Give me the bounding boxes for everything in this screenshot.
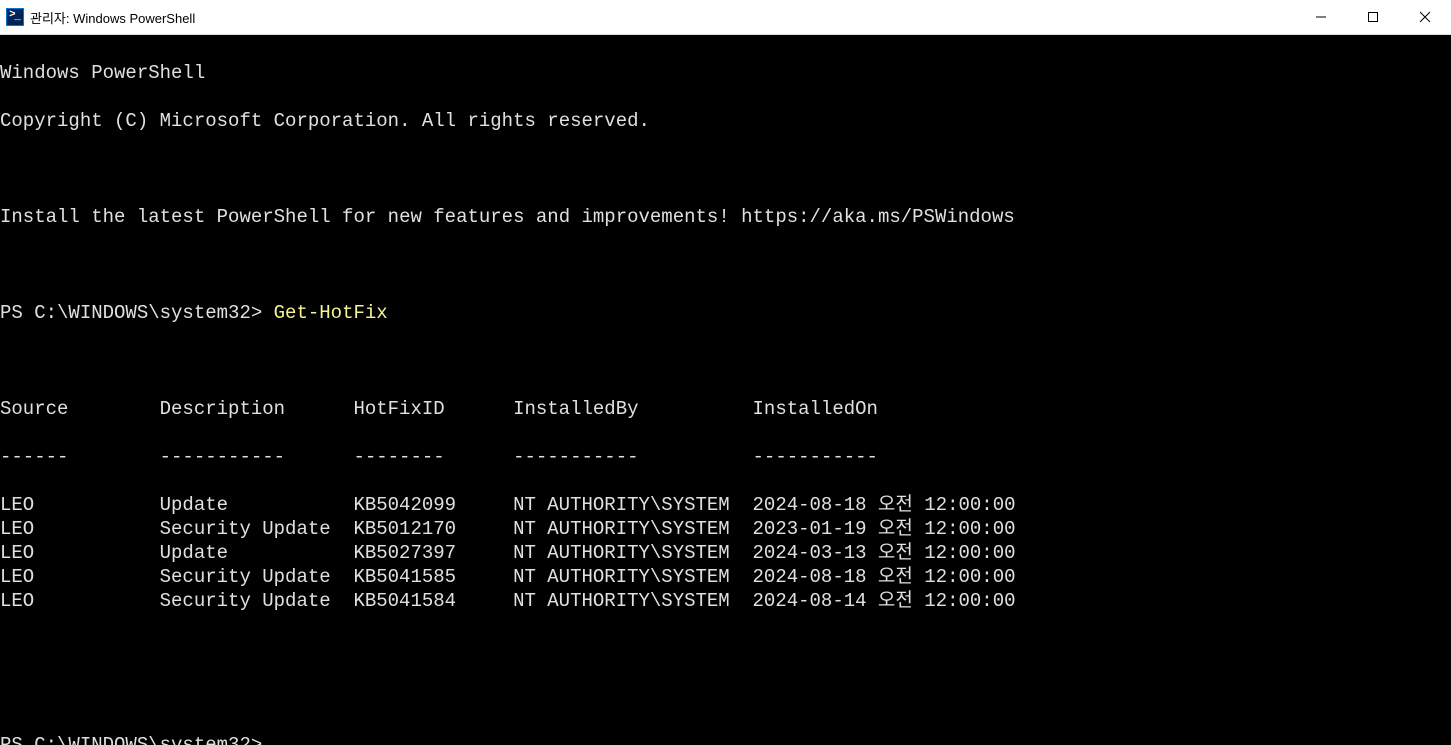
cell-source: LEO	[0, 589, 160, 613]
cell-description: Security Update	[160, 589, 354, 613]
prompt-text: PS C:\WINDOWS\system32>	[0, 302, 274, 324]
close-icon	[1419, 11, 1431, 23]
cell-description: Security Update	[160, 517, 354, 541]
blank-line	[0, 685, 1451, 709]
prompt-text: PS C:\WINDOWS\system32>	[0, 734, 274, 745]
divider-source: ------	[0, 445, 160, 469]
table-row: LEOSecurity UpdateKB5012170NT AUTHORITY\…	[0, 517, 1451, 541]
cell-description: Update	[160, 541, 354, 565]
minimize-icon	[1315, 11, 1327, 23]
cell-installedon: 2024-08-18 오전 12:00:00	[753, 493, 1451, 517]
cell-source: LEO	[0, 517, 160, 541]
cell-description: Update	[160, 493, 354, 517]
table-row: LEOUpdateKB5042099NT AUTHORITY\SYSTEM202…	[0, 493, 1451, 517]
titlebar[interactable]: 관리자: Windows PowerShell	[0, 0, 1451, 35]
header-hotfixid: HotFixID	[353, 397, 513, 421]
cell-installedon: 2024-03-13 오전 12:00:00	[753, 541, 1451, 565]
table-row: LEOSecurity UpdateKB5041584NT AUTHORITY\…	[0, 589, 1451, 613]
cell-hotfixid: KB5027397	[353, 541, 513, 565]
table-body: LEOUpdateKB5042099NT AUTHORITY\SYSTEM202…	[0, 493, 1451, 613]
divider-hotfixid: --------	[353, 445, 513, 469]
terminal[interactable]: Windows PowerShell Copyright (C) Microso…	[0, 35, 1451, 745]
copyright-line: Copyright (C) Microsoft Corporation. All…	[0, 109, 1451, 133]
cell-description: Security Update	[160, 565, 354, 589]
cell-installedby: NT AUTHORITY\SYSTEM	[513, 589, 752, 613]
cell-installedby: NT AUTHORITY\SYSTEM	[513, 517, 752, 541]
divider-installedon: -----------	[753, 445, 1451, 469]
powershell-icon	[6, 8, 24, 26]
blank-line	[0, 157, 1451, 181]
close-button[interactable]	[1399, 0, 1451, 34]
blank-line	[0, 349, 1451, 373]
table-row: LEOSecurity UpdateKB5041585NT AUTHORITY\…	[0, 565, 1451, 589]
cell-source: LEO	[0, 541, 160, 565]
window-controls	[1295, 0, 1451, 34]
header-line: Windows PowerShell	[0, 61, 1451, 85]
blank-line	[0, 253, 1451, 277]
divider-installedby: -----------	[513, 445, 752, 469]
prompt-line-2: PS C:\WINDOWS\system32>	[0, 733, 1451, 745]
header-installedby: InstalledBy	[513, 397, 752, 421]
table-row: LEOUpdateKB5027397NT AUTHORITY\SYSTEM202…	[0, 541, 1451, 565]
cell-hotfixid: KB5042099	[353, 493, 513, 517]
cell-installedon: 2023-01-19 오전 12:00:00	[753, 517, 1451, 541]
divider-description: -----------	[160, 445, 354, 469]
cell-installedby: NT AUTHORITY\SYSTEM	[513, 541, 752, 565]
window-title: 관리자: Windows PowerShell	[30, 8, 195, 27]
blank-line	[0, 637, 1451, 661]
cell-installedon: 2024-08-14 오전 12:00:00	[753, 589, 1451, 613]
maximize-button[interactable]	[1347, 0, 1399, 34]
cell-source: LEO	[0, 565, 160, 589]
maximize-icon	[1367, 11, 1379, 23]
cell-installedby: NT AUTHORITY\SYSTEM	[513, 565, 752, 589]
table-header-row: SourceDescriptionHotFixIDInstalledByInst…	[0, 397, 1451, 421]
cell-hotfixid: KB5012170	[353, 517, 513, 541]
header-installedon: InstalledOn	[753, 397, 1451, 421]
cell-hotfixid: KB5041585	[353, 565, 513, 589]
header-description: Description	[160, 397, 354, 421]
cell-installedby: NT AUTHORITY\SYSTEM	[513, 493, 752, 517]
prompt-line-1: PS C:\WINDOWS\system32> Get-HotFix	[0, 301, 1451, 325]
cell-hotfixid: KB5041584	[353, 589, 513, 613]
cell-source: LEO	[0, 493, 160, 517]
minimize-button[interactable]	[1295, 0, 1347, 34]
install-message: Install the latest PowerShell for new fe…	[0, 205, 1451, 229]
cell-installedon: 2024-08-18 오전 12:00:00	[753, 565, 1451, 589]
table-divider-row: ----------------------------------------…	[0, 445, 1451, 469]
titlebar-left: 관리자: Windows PowerShell	[6, 8, 195, 27]
command-text: Get-HotFix	[274, 302, 388, 324]
header-source: Source	[0, 397, 160, 421]
